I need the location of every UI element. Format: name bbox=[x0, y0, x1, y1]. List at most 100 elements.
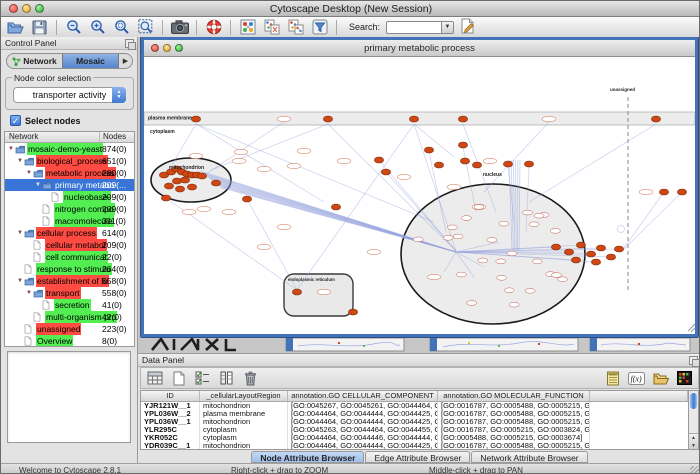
network-node[interactable] bbox=[317, 289, 331, 294]
tree-col-network[interactable]: Network bbox=[5, 132, 100, 142]
tree-row[interactable]: cellular metabol209(0) bbox=[5, 239, 134, 251]
network-node[interactable] bbox=[571, 257, 580, 263]
network-node[interactable] bbox=[504, 288, 514, 293]
scrollbar-thumb[interactable] bbox=[690, 393, 697, 409]
table-cell[interactable]: YKR052C bbox=[141, 434, 200, 442]
expander-icon[interactable]: ▼ bbox=[25, 287, 33, 299]
tab-network[interactable]: Network bbox=[7, 54, 62, 68]
table-row[interactable]: YKR052Ccytoplasm[GO:0044464, GO:0044446,… bbox=[141, 434, 688, 442]
table-row[interactable]: YLR295Ccytoplasm[GO:0045263, GO:0044464,… bbox=[141, 426, 688, 434]
dropdown-stepper-icon[interactable]: ▲▼ bbox=[112, 87, 126, 103]
table-cell[interactable]: mitochondrion bbox=[200, 402, 288, 410]
network-node[interactable] bbox=[564, 249, 573, 255]
network-node[interactable] bbox=[524, 161, 533, 167]
tree-row[interactable]: secretion41(0) bbox=[5, 299, 134, 311]
table-cell[interactable]: [GO:0016787, GO:0005488, GO:0005215, G..… bbox=[438, 402, 590, 410]
tree-row[interactable]: Overview8(0) bbox=[5, 335, 134, 347]
network-edge[interactable] bbox=[621, 192, 664, 252]
network-node[interactable] bbox=[467, 301, 477, 306]
network-node[interactable] bbox=[447, 184, 461, 189]
column-header[interactable]: annotation.GO CELLULAR_COMPONENT bbox=[288, 391, 438, 401]
table-cell[interactable]: cytoplasm bbox=[200, 434, 288, 442]
tree-row[interactable]: ▼establishment of lo558(0) bbox=[5, 275, 134, 287]
select-nodes-checkbox[interactable]: ✓ bbox=[10, 115, 21, 126]
tab-mosaic[interactable]: Mosaic bbox=[62, 54, 119, 68]
tree-row[interactable]: ▼mosaic-demo-yeast874(0) bbox=[5, 143, 134, 155]
table-cell[interactable]: YDR039C__1 bbox=[141, 442, 200, 450]
table-cell[interactable]: plasma membrane bbox=[200, 410, 288, 418]
network-edge[interactable] bbox=[484, 122, 549, 192]
network-node[interactable] bbox=[197, 173, 206, 179]
network-node[interactable] bbox=[606, 254, 615, 260]
network-node[interactable] bbox=[453, 234, 463, 239]
table-cell[interactable]: [GO:0045263, GO:0044464, GO:0044455, G..… bbox=[288, 426, 438, 434]
network-node[interactable] bbox=[427, 274, 441, 279]
table-cell[interactable]: [GO:0005488, GO:0005215, GO:0003674] bbox=[438, 434, 590, 442]
network-node[interactable] bbox=[474, 205, 484, 210]
expander-icon[interactable]: ▼ bbox=[34, 179, 42, 191]
tree-row[interactable]: ▼metabolic process280(0) bbox=[5, 167, 134, 179]
zoom-out-button[interactable] bbox=[63, 18, 84, 36]
table-cell[interactable]: [GO:0016787, GO:0005488, GO:0005215, G..… bbox=[438, 442, 590, 450]
network-node[interactable] bbox=[497, 275, 507, 280]
network-node[interactable] bbox=[542, 116, 556, 121]
tree-row[interactable]: macromolecule311(0) bbox=[5, 215, 134, 227]
network-node[interactable] bbox=[367, 249, 381, 254]
tab-network-attribute-browser[interactable]: Network Attribute Browser bbox=[471, 451, 587, 463]
network-node[interactable] bbox=[525, 288, 535, 293]
expander-icon[interactable]: ▼ bbox=[16, 227, 24, 239]
network-node[interactable] bbox=[458, 116, 467, 122]
attribute-batch-edit-button[interactable] bbox=[192, 369, 213, 387]
tree-row[interactable]: multi-organism pro42(0) bbox=[5, 311, 134, 323]
network-node[interactable] bbox=[614, 246, 623, 252]
tree-row[interactable]: ▼primary metabo209(... bbox=[5, 179, 134, 191]
table-row[interactable]: YPL036W__1mitochondrion[GO:0044464, GO:0… bbox=[141, 418, 688, 426]
import-annotation-button[interactable] bbox=[261, 18, 282, 36]
tree-row[interactable]: nitrogen compo209(0) bbox=[5, 203, 134, 215]
network-node[interactable] bbox=[348, 309, 357, 315]
table-cell[interactable]: [GO:0016787, GO:0005488, GO:0005215, G..… bbox=[438, 418, 590, 426]
network-node[interactable] bbox=[487, 237, 497, 242]
network-node[interactable] bbox=[189, 153, 203, 158]
network-node[interactable] bbox=[534, 213, 544, 218]
tree-row[interactable]: response to stimulu264(0) bbox=[5, 263, 134, 275]
zoom-selected-button[interactable] bbox=[111, 18, 132, 36]
network-node[interactable] bbox=[461, 216, 471, 221]
column-header[interactable]: annotation.GO MOLECULAR_FUNCTION bbox=[438, 391, 590, 401]
filters-button[interactable] bbox=[309, 18, 330, 36]
tab-edge-attribute-browser[interactable]: Edge Attribute Browser bbox=[365, 451, 470, 463]
network-node[interactable] bbox=[292, 289, 301, 295]
network-canvas[interactable]: plasma membrane cytoplasm mitochondrion … bbox=[144, 57, 695, 334]
network-node[interactable] bbox=[509, 302, 519, 307]
network-edge[interactable] bbox=[529, 124, 656, 202]
network-node[interactable] bbox=[456, 272, 466, 277]
table-row[interactable]: YDR039C__1mitochondrion[GO:0044464, GO:0… bbox=[141, 442, 688, 450]
table-cell[interactable]: YPL036W__2 bbox=[141, 410, 200, 418]
float-panel-icon[interactable] bbox=[125, 39, 134, 48]
float-data-panel-icon[interactable] bbox=[689, 356, 698, 365]
network-window[interactable]: primary metabolic process plasma membran… bbox=[141, 37, 698, 337]
network-node[interactable] bbox=[550, 228, 560, 233]
network-node[interactable] bbox=[222, 209, 236, 214]
table-cell[interactable]: YPL036W__1 bbox=[141, 418, 200, 426]
network-node[interactable] bbox=[472, 162, 481, 168]
attribute-new-button[interactable] bbox=[168, 369, 189, 387]
network-node[interactable] bbox=[558, 277, 568, 282]
network-node[interactable] bbox=[381, 169, 390, 175]
network-node[interactable] bbox=[257, 166, 271, 171]
transfer-annotation-button[interactable] bbox=[285, 18, 306, 36]
open-file-button[interactable] bbox=[5, 18, 26, 36]
tree-row[interactable]: unassigned223(0) bbox=[5, 323, 134, 335]
network-node[interactable] bbox=[374, 157, 383, 163]
attribute-select-button[interactable] bbox=[144, 369, 165, 387]
tree-row[interactable]: ▼transport558(0) bbox=[5, 287, 134, 299]
expander-icon[interactable]: ▼ bbox=[16, 275, 24, 287]
tree-row[interactable]: ▼biological_process651(0) bbox=[5, 155, 134, 167]
table-cell[interactable]: mitochondrion bbox=[200, 418, 288, 426]
import-table-button[interactable] bbox=[602, 369, 623, 387]
network-node[interactable] bbox=[499, 221, 509, 226]
table-cell[interactable]: mitochondrion bbox=[200, 442, 288, 450]
background-windows[interactable] bbox=[138, 336, 700, 353]
expander-icon[interactable]: ▼ bbox=[7, 143, 15, 155]
expander-icon[interactable]: ▼ bbox=[25, 167, 33, 179]
